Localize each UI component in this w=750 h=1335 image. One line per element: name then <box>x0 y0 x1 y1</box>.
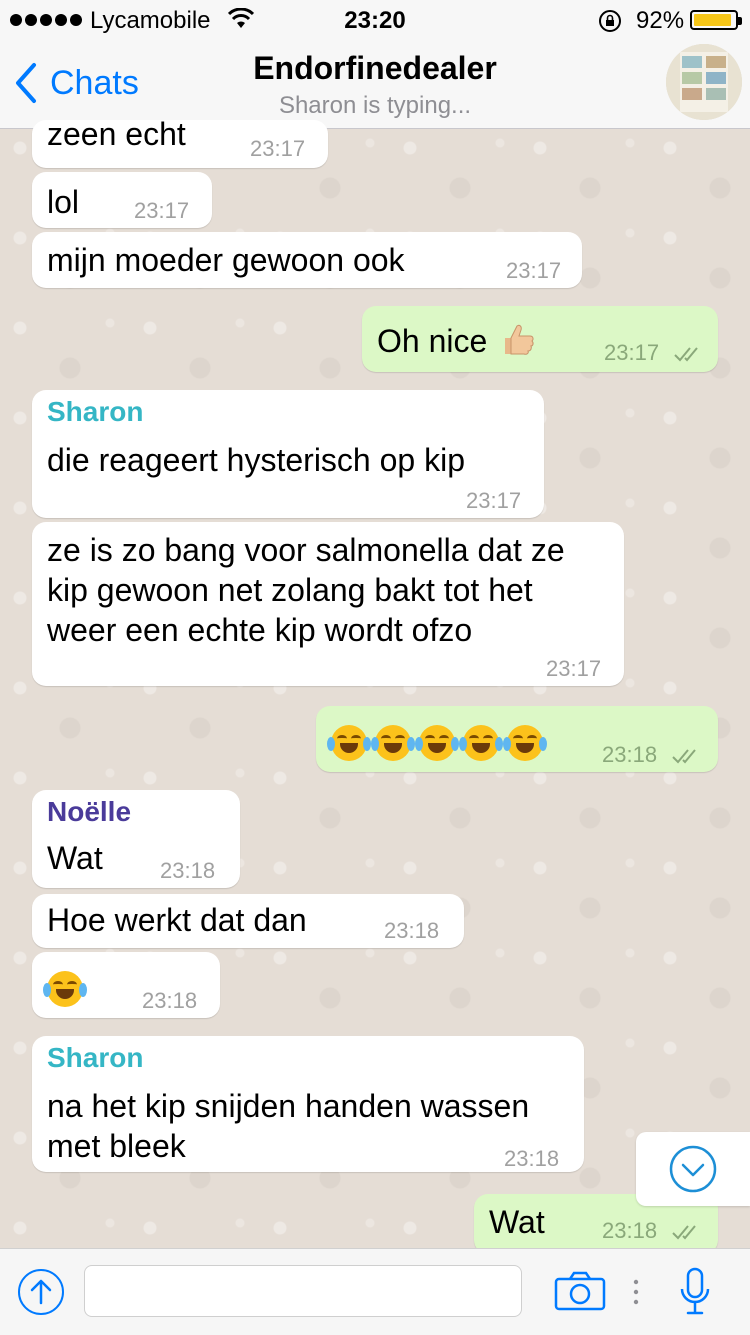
outgoing-message-bubble[interactable]: Oh nice 23:17 <box>362 306 718 372</box>
message-text: Oh nice <box>377 320 537 367</box>
microphone-icon[interactable] <box>678 1267 712 1317</box>
message-sender-name: Noëlle <box>47 796 132 827</box>
message-timestamp: 23:17 <box>604 340 660 365</box>
incoming-message-bubble[interactable]: Hoe werkt dat dan 23:18 <box>32 894 464 948</box>
incoming-message-bubble[interactable]: lol 23:17 <box>32 172 212 228</box>
avatar-image <box>666 44 742 120</box>
incoming-message-bubble[interactable]: 23:18 <box>32 952 220 1018</box>
message-sender-name: Sharon <box>47 396 144 427</box>
thumbs-up-emoji-icon <box>499 320 537 367</box>
message-input-bar <box>0 1248 750 1335</box>
message-timestamp: 23:18 <box>602 1218 658 1243</box>
face-with-tears-of-joy-emoji-icon <box>459 724 503 761</box>
message-text: Hoe werkt dat dan <box>47 902 307 938</box>
message-timestamp: 23:18 <box>602 742 658 767</box>
message-sender-name: Sharon <box>47 1042 144 1073</box>
status-bar: Lycamobile 23:20 92% <box>0 0 750 40</box>
chat-title[interactable]: Endorfinedealer <box>0 50 750 87</box>
message-input[interactable] <box>84 1265 522 1317</box>
message-text: die reageert hysterisch op kip <box>47 442 465 478</box>
message-timestamp: 23:17 <box>466 488 522 513</box>
face-with-tears-of-joy-emoji-icon <box>415 724 459 761</box>
double-check-icon <box>672 749 696 764</box>
face-with-tears-of-joy-emoji-icon <box>503 724 547 761</box>
message-text: zeen echt <box>47 116 186 152</box>
message-timestamp: 23:18 <box>160 858 216 883</box>
face-with-tears-of-joy-emoji-icon <box>43 970 87 1007</box>
message-text <box>327 720 551 761</box>
face-with-tears-of-joy-emoji-icon <box>327 724 371 761</box>
incoming-message-bubble[interactable]: Sharon die reageert hysterisch op kip 23:1… <box>32 390 544 518</box>
message-timestamp: 23:18 <box>384 918 440 943</box>
outgoing-message-bubble[interactable]: 23:18 <box>316 706 718 772</box>
chevron-down-circle-icon <box>669 1145 717 1193</box>
incoming-message-bubble[interactable]: mijn moeder gewoon ook 23:17 <box>32 232 582 288</box>
message-timestamp: 23:17 <box>250 136 306 161</box>
message-timestamp: 23:17 <box>546 656 602 681</box>
message-text <box>43 966 91 1007</box>
incoming-message-bubble[interactable]: Sharon na het kip snijden handen wassen m… <box>32 1036 584 1172</box>
message-text: mijn moeder gewoon ook <box>47 242 405 278</box>
incoming-message-bubble[interactable]: zeen echt 23:17 <box>32 116 328 168</box>
attach-button[interactable] <box>18 1269 64 1315</box>
battery-percentage: 92% <box>636 7 685 34</box>
message-text: Wat <box>489 1204 545 1240</box>
message-text: na het kip snijden handen wassen met ble… <box>47 1088 530 1164</box>
rotation-lock-icon <box>599 10 621 32</box>
message-text: lol <box>47 184 80 220</box>
double-check-icon <box>674 347 698 362</box>
battery-icon <box>690 10 742 30</box>
camera-icon[interactable] <box>554 1271 606 1311</box>
face-with-tears-of-joy-emoji-icon <box>371 724 415 761</box>
incoming-message-bubble[interactable]: ze is zo bang voor salmonella dat ze kip… <box>32 522 624 686</box>
message-timestamp: 23:17 <box>506 258 562 283</box>
more-dots-icon <box>633 1279 639 1305</box>
message-timestamp: 23:18 <box>504 1146 560 1171</box>
incoming-message-bubble[interactable]: Noëlle Wat 23:18 <box>32 790 240 888</box>
message-timestamp: 23:17 <box>134 198 190 223</box>
message-timestamp: 23:18 <box>142 988 198 1013</box>
message-text: ze is zo bang voor salmonella dat ze kip… <box>47 532 565 648</box>
group-avatar[interactable] <box>666 44 742 120</box>
message-text: Wat <box>47 840 103 876</box>
scroll-to-bottom-button[interactable] <box>636 1132 750 1206</box>
arrow-up-icon <box>30 1279 52 1305</box>
double-check-icon <box>672 1225 696 1240</box>
